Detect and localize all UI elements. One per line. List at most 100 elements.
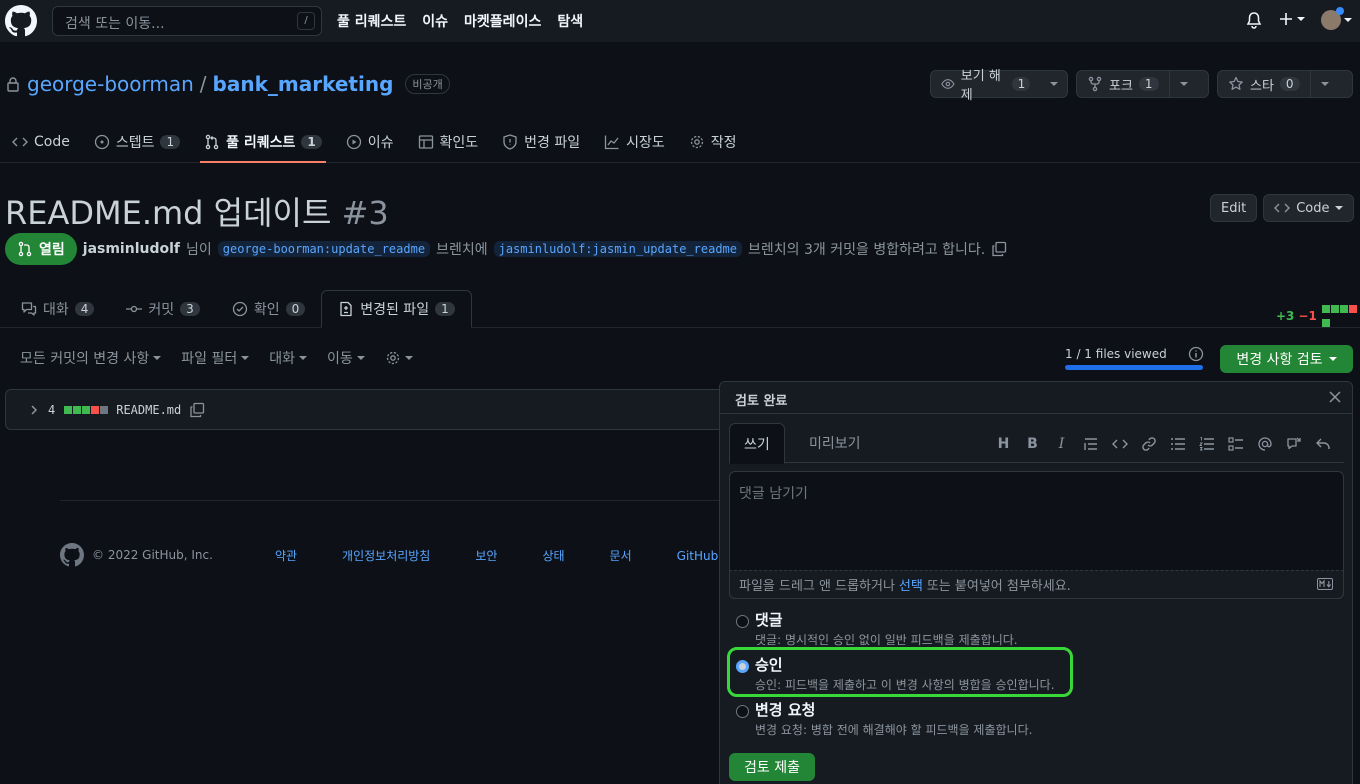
github-mark-icon[interactable] [60, 543, 84, 567]
pr-title-text: README.md 업데이트 [5, 194, 332, 232]
tab-write[interactable]: 쓰기 [729, 423, 785, 464]
issue-opened-icon [94, 134, 109, 149]
italic-button[interactable]: I [1052, 434, 1071, 453]
repo-tab-projects[interactable]: 확인도 [406, 120, 491, 163]
submit-review-button[interactable]: 검토 제출 [729, 753, 815, 781]
file-attachment-area[interactable]: 파일을 드레그 앤 드롭하거나 선택 또는 붙여넣어 첨부하세요. [729, 570, 1344, 599]
markdown-icon[interactable] [1317, 578, 1333, 590]
topnav-marketplace[interactable]: 마켓플레이스 [464, 11, 541, 31]
fork-dropdown[interactable] [1168, 71, 1199, 97]
footer-link-terms[interactable]: 약관 [275, 547, 297, 564]
caret-down-icon [356, 356, 365, 360]
list-unordered-icon [1170, 437, 1185, 450]
caret-down-icon [1321, 82, 1330, 86]
tab-write-label: 쓰기 [744, 436, 770, 453]
close-icon[interactable] [1328, 390, 1342, 404]
file-filter-dropdown[interactable]: 파일 필터 [181, 348, 250, 368]
search-input[interactable]: 검색 또는 이동... / [52, 6, 322, 36]
option-description: 변경 요청: 병합 전에 해결해야 할 피드백을 제출합니다. [755, 723, 1033, 737]
watch-button-group: 보기 해제 1 [930, 69, 1068, 103]
create-new-dropdown[interactable] [1278, 11, 1305, 27]
ordered-list-button[interactable] [1197, 434, 1216, 453]
radio-request-changes[interactable] [736, 705, 749, 718]
eye-icon [941, 79, 955, 89]
commits-filter-dropdown[interactable]: 모든 커밋의 변경 사항 [20, 348, 162, 368]
quote-button[interactable] [1081, 434, 1100, 453]
repo-tab-settings[interactable]: 작정 [677, 120, 749, 163]
pr-tab-conversation[interactable]: 대화 4 [5, 290, 110, 328]
pr-tab-checks[interactable]: 확인 0 [216, 290, 321, 328]
heading-button[interactable]: H [994, 434, 1013, 453]
pr-tab-label: 확인 [253, 302, 280, 318]
repo-tab-code[interactable]: Code [0, 120, 82, 163]
jump-to-dropdown[interactable]: 이동 [327, 348, 365, 368]
chevron-right-icon[interactable] [28, 404, 40, 416]
unordered-list-button[interactable] [1168, 434, 1187, 453]
star-icon [1229, 76, 1243, 90]
base-branch[interactable]: george-boorman:update_readme [217, 241, 431, 257]
pr-number: #3 [341, 194, 389, 232]
code-button[interactable] [1110, 434, 1129, 453]
radio-comment[interactable] [736, 615, 749, 628]
code-dropdown-button[interactable]: Code [1263, 194, 1355, 222]
footer-link-security[interactable]: 보안 [475, 547, 497, 564]
diff-settings-dropdown[interactable] [385, 348, 413, 368]
task-list-button[interactable] [1226, 434, 1245, 453]
undo-button[interactable] [1313, 434, 1332, 453]
radio-approve[interactable] [736, 660, 749, 673]
code-icon [12, 137, 28, 146]
tab-preview[interactable]: 미리보기 [795, 423, 875, 463]
topnav-explore[interactable]: 탐색 [557, 11, 583, 31]
mention-button[interactable] [1255, 434, 1274, 453]
repo-owner-link[interactable]: george-boorman [27, 72, 194, 96]
star-button[interactable]: 스타 0 [1218, 71, 1310, 97]
quote-icon [1083, 437, 1097, 450]
link-button[interactable] [1139, 434, 1158, 453]
repo-name-link[interactable]: bank_marketing [213, 72, 394, 96]
repo-separator: / [199, 72, 207, 96]
footer-link-docs[interactable]: 문서 [610, 547, 632, 564]
gear-icon [690, 135, 703, 148]
edit-button[interactable]: Edit [1210, 194, 1258, 222]
pr-tab-label: 변경된 파일 [360, 302, 430, 318]
info-icon[interactable] [1188, 346, 1204, 362]
user-menu[interactable] [1321, 7, 1352, 30]
toolbar-label: 대화 [269, 351, 296, 367]
reply-icon [1315, 438, 1330, 449]
repo-tab-security[interactable]: 번경 파일 [490, 120, 592, 163]
attach-select-link[interactable]: 선택 [899, 575, 923, 594]
pr-tab-files-changed[interactable]: 변경된 파일 1 [321, 290, 472, 328]
copy-icon[interactable] [189, 402, 205, 418]
caret-down-icon [1297, 17, 1305, 21]
topnav-issues[interactable]: 이슈 [422, 11, 448, 31]
repo-tab-actions[interactable]: 이슈 [334, 120, 406, 163]
fork-button[interactable]: 포크 1 [1077, 71, 1169, 97]
repo-tab-insights[interactable]: 시장도 [592, 120, 677, 163]
watch-button[interactable]: 보기 해제 1 [931, 69, 1040, 103]
reference-button[interactable] [1284, 434, 1303, 453]
notifications-bell-icon[interactable] [1246, 12, 1262, 30]
star-dropdown[interactable] [1309, 71, 1340, 97]
github-logo-icon[interactable] [5, 5, 37, 37]
file-name[interactable]: README.md [116, 403, 181, 417]
watch-count: 1 [1011, 77, 1031, 91]
mention-icon [1257, 436, 1272, 451]
watch-dropdown[interactable] [1040, 71, 1067, 97]
pr-tab-count: 0 [285, 302, 306, 316]
footer-link-privacy[interactable]: 개인정보처리방침 [342, 547, 430, 564]
bold-button[interactable]: B [1023, 434, 1042, 453]
comment-discussion-icon [21, 302, 37, 316]
topnav-pull-requests[interactable]: 풀 리퀘스트 [337, 11, 406, 31]
repo-tab-pull-requests[interactable]: 풀 리퀘스트 1 [192, 120, 334, 163]
caret-down-icon [1049, 82, 1058, 86]
repo-tab-issues-alt[interactable]: 스텝트 1 [82, 120, 192, 163]
review-popover-title: 검토 완료 [735, 394, 788, 409]
pr-tab-commits[interactable]: 커밋 3 [110, 290, 215, 328]
head-branch[interactable]: jasminludolf:jasmin_update_readme [493, 241, 743, 257]
pr-author-link[interactable]: jasminludolf [83, 241, 180, 257]
review-changes-button[interactable]: 변경 사항 검토 [1220, 345, 1353, 373]
conversations-dropdown[interactable]: 대화 [269, 348, 308, 368]
copy-icon[interactable] [991, 241, 1007, 257]
status-dot [1336, 7, 1344, 15]
footer-link-status[interactable]: 상태 [542, 547, 564, 564]
